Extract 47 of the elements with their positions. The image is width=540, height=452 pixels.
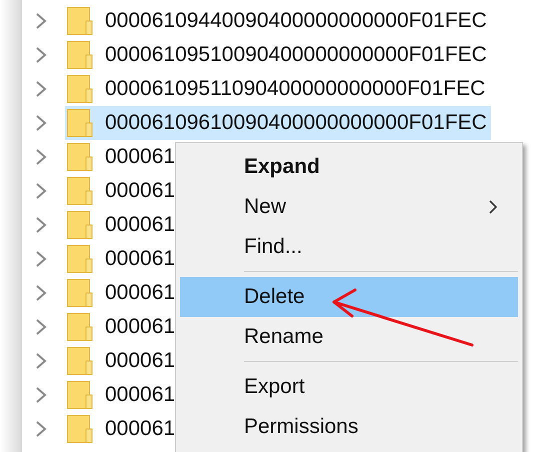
tree-item[interactable]: 000061	[65, 310, 180, 344]
folder-icon	[67, 415, 93, 443]
tree-item[interactable]: 000061	[65, 344, 180, 378]
folder-icon	[67, 347, 93, 375]
folder-icon	[67, 7, 93, 35]
expand-chevron-icon[interactable]	[34, 318, 48, 336]
expand-chevron-icon[interactable]	[34, 148, 48, 166]
tree-item[interactable]: 00006109440090400000000000F01FEC	[65, 4, 491, 38]
folder-icon	[67, 313, 93, 341]
tree-item[interactable]: 00006109610090400000000000F01FEC	[65, 106, 491, 140]
tree-item[interactable]: 000061	[65, 174, 180, 208]
expand-chevron-icon[interactable]	[34, 250, 48, 268]
menu-item[interactable]: Expand	[180, 147, 518, 187]
expand-chevron-icon[interactable]	[34, 386, 48, 404]
folder-icon	[67, 177, 93, 205]
tree-item[interactable]: 000061	[65, 242, 180, 276]
expand-chevron-icon[interactable]	[34, 420, 48, 438]
folder-icon	[67, 41, 93, 69]
tree-item[interactable]: 000061	[65, 412, 180, 446]
expand-chevron-icon[interactable]	[34, 46, 48, 64]
menu-item[interactable]: New	[180, 187, 518, 227]
expand-chevron-icon[interactable]	[34, 12, 48, 30]
expand-chevron-icon[interactable]	[34, 216, 48, 234]
tree-item[interactable]: 000061	[65, 378, 180, 412]
menu-item[interactable]: Delete	[180, 277, 518, 317]
folder-icon	[67, 381, 93, 409]
expand-chevron-icon[interactable]	[34, 80, 48, 98]
menu-item[interactable]: Export	[180, 367, 518, 407]
folder-icon	[67, 211, 93, 239]
tree-item[interactable]: 000061	[65, 276, 180, 310]
tree-item[interactable]: 000061	[65, 140, 180, 174]
expand-chevron-icon[interactable]	[34, 352, 48, 370]
folder-icon	[67, 143, 93, 171]
tree-item[interactable]: 000061	[65, 208, 180, 242]
tree-item[interactable]: 00006109511090400000000000F01FEC	[65, 72, 490, 106]
expand-chevron-icon[interactable]	[34, 284, 48, 302]
menu-item[interactable]: Rename	[180, 317, 518, 357]
expand-chevron-icon[interactable]	[34, 182, 48, 200]
folder-icon	[67, 245, 93, 273]
folder-icon	[67, 279, 93, 307]
menu-item[interactable]: Find...	[180, 227, 518, 267]
expand-chevron-icon[interactable]	[34, 114, 48, 132]
tree-item[interactable]: 00006109510090400000000000F01FEC	[65, 38, 491, 72]
submenu-chevron-icon	[488, 199, 498, 215]
folder-icon	[67, 109, 93, 137]
folder-icon	[67, 75, 93, 103]
menu-item[interactable]: Permissions	[180, 407, 518, 447]
